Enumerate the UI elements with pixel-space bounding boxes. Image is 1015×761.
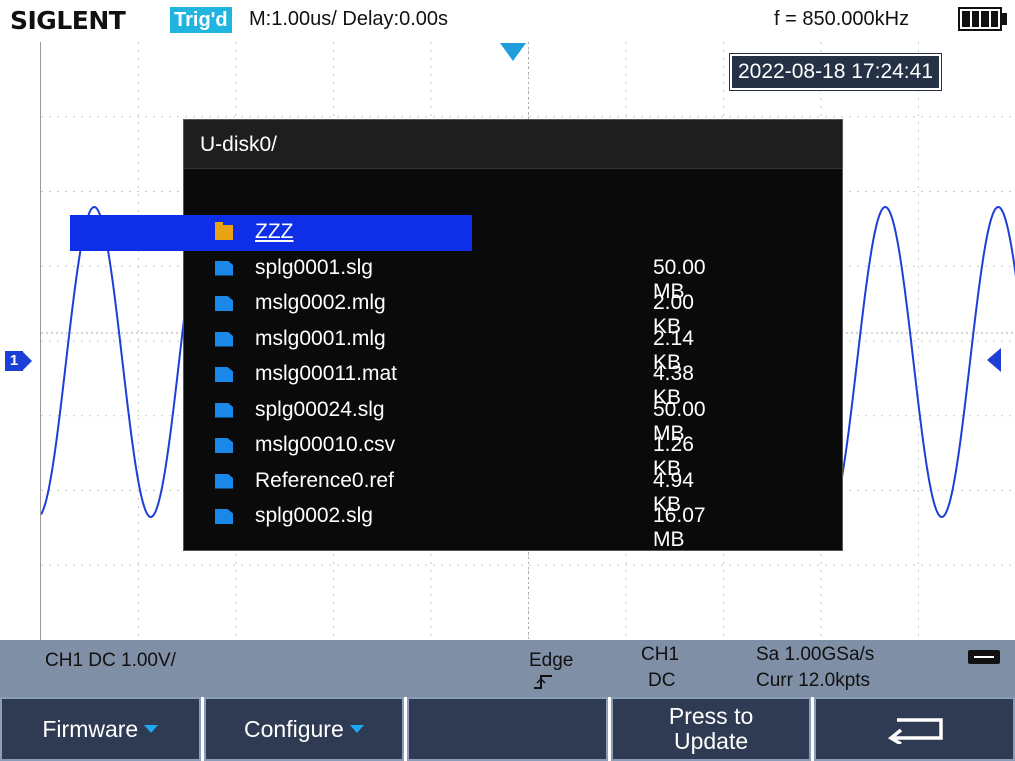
rising-edge-icon xyxy=(534,675,552,689)
file-name: mslg0002.mlg xyxy=(255,291,386,314)
file-icon xyxy=(215,402,233,418)
file-row[interactable]: splg0001.slg 50.00 MB xyxy=(215,253,706,303)
file-name: splg00024.slg xyxy=(255,397,385,421)
dialog-title-bar: U-disk0/ xyxy=(184,120,842,169)
file-row[interactable]: splg00024.slg 50.00 MB xyxy=(215,395,706,445)
file-row[interactable]: mslg0001.mlg 2.14 KB xyxy=(215,324,694,374)
softkey-bar: Firmware Configure Press to Update xyxy=(0,697,1015,761)
file-name: mslg00011.mat xyxy=(255,362,398,385)
usb-icon xyxy=(968,650,1000,664)
file-row[interactable]: splg0002.slg 16.07 MB xyxy=(215,501,706,551)
firmware-button[interactable]: Firmware xyxy=(0,697,201,761)
file-name: Reference0.ref xyxy=(255,468,394,492)
file-name: splg0001.slg xyxy=(255,255,373,279)
file-icon xyxy=(215,296,233,311)
file-icon xyxy=(215,331,233,347)
file-name: mslg00010.csv xyxy=(255,433,396,456)
datetime-display: 2022-08-18 17:24:41 xyxy=(729,53,942,91)
press-to-update-button[interactable]: Press to Update xyxy=(610,697,812,761)
status-bar: CH1 DC 1.00V/ Edge CH1 DC Sa 1.00GSa/s C… xyxy=(0,640,1015,697)
channel-settings[interactable]: CH1 DC 1.00V/ xyxy=(45,650,176,672)
memory-depth: Curr 12.0kpts xyxy=(756,670,871,691)
trigger-coupling: DC xyxy=(648,670,676,691)
battery-full-icon xyxy=(958,7,1002,31)
file-icon xyxy=(215,260,233,276)
file-name: mslg0001.mlg xyxy=(255,326,386,350)
trigger-status: Trig'd xyxy=(170,7,232,33)
channel-1-marker: 1 xyxy=(5,351,32,371)
configure-label: Configure xyxy=(244,715,344,742)
file-row[interactable]: mslg0002.mlg 2.00 KB xyxy=(215,288,694,338)
sample-rate: Sa 1.00GSa/s xyxy=(756,644,875,665)
file-icon xyxy=(215,438,233,453)
folder-icon xyxy=(215,222,233,240)
file-icon xyxy=(215,367,233,382)
file-name: ZZZ xyxy=(255,220,294,243)
back-arrow-icon xyxy=(887,718,943,744)
dropdown-arrow-icon xyxy=(144,725,159,733)
back-button[interactable] xyxy=(814,697,1015,761)
firmware-label: Firmware xyxy=(42,715,139,742)
trigger-level-marker xyxy=(987,348,1001,372)
dialog-path: U-disk0/ xyxy=(200,133,278,156)
timebase-readout: M:1.00us/ Delay:0.00s xyxy=(249,8,448,30)
file-icon xyxy=(215,473,233,489)
empty-softkey[interactable] xyxy=(407,697,608,761)
configure-button[interactable]: Configure xyxy=(203,697,405,761)
press-to-label: Press to xyxy=(668,703,754,729)
brand-logo: SIGLENT xyxy=(10,6,126,35)
battery-tip xyxy=(1002,13,1007,25)
trigger-position-marker xyxy=(500,43,526,61)
dropdown-arrow-icon xyxy=(349,725,364,733)
file-row[interactable]: mslg00010.csv 1.26 KB xyxy=(215,430,694,480)
folder-row[interactable]: ZZZ xyxy=(215,217,655,247)
trigger-type: Edge xyxy=(529,650,574,671)
file-row[interactable]: mslg00011.mat 4.38 KB xyxy=(215,359,694,409)
file-name: splg0002.slg xyxy=(255,504,373,527)
file-icon xyxy=(215,509,233,524)
header-bar: SIGLENT Trig'd M:1.00us/ Delay:0.00s f =… xyxy=(0,0,1015,42)
file-row[interactable]: Reference0.ref 4.94 KB xyxy=(215,466,694,516)
frequency-readout: f = 850.000kHz xyxy=(774,8,910,30)
trigger-source: CH1 xyxy=(641,644,680,665)
file-size: 16.07 MB xyxy=(653,504,706,551)
update-label: Update xyxy=(673,728,749,754)
